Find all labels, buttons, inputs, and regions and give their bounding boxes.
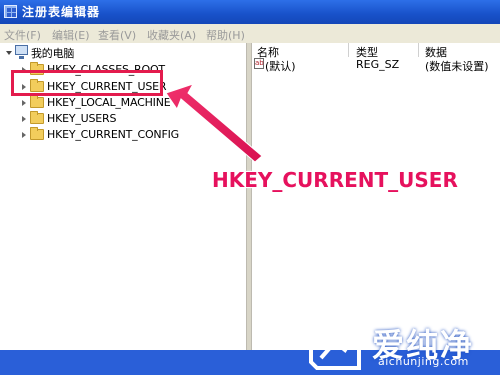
value-row-data[interactable]: (数值未设置) (425, 58, 489, 74)
value-row-type[interactable]: REG_SZ (356, 58, 399, 71)
string-value-icon: ab (254, 58, 264, 69)
column-divider[interactable] (348, 43, 349, 57)
tree-item-label: HKEY_USERS (47, 112, 117, 125)
folder-icon (30, 111, 44, 124)
values-pane[interactable]: 名称 类型 数据 ab (默认) REG_SZ (数值未设置) (252, 43, 500, 350)
tree-root-label: 我的电脑 (31, 47, 75, 60)
folder-icon (30, 127, 44, 140)
highlight-box (11, 70, 163, 96)
expand-arrow-icon[interactable] (22, 116, 26, 122)
expand-arrow-icon[interactable] (22, 100, 26, 106)
menu-file[interactable]: 文件(F) (4, 27, 41, 43)
collapse-arrow-icon[interactable] (6, 51, 12, 55)
column-divider[interactable] (418, 43, 419, 57)
watermark-logo-icon (309, 328, 361, 370)
computer-icon (15, 45, 28, 59)
folder-icon (30, 95, 44, 108)
window-title: 注册表编辑器 (22, 5, 101, 19)
title-bar: 注册表编辑器 (0, 0, 500, 24)
menu-favorites[interactable]: 收藏夹(A) (147, 27, 196, 43)
regedit-app-icon (4, 5, 17, 18)
expand-arrow-icon[interactable] (22, 132, 26, 138)
tree-item-label: HKEY_LOCAL_MACHINE (47, 96, 171, 109)
menu-view[interactable]: 查看(V) (98, 27, 136, 43)
value-row-name[interactable]: (默认) (265, 58, 296, 74)
tree-root-my-computer[interactable]: 我的电脑 (0, 43, 240, 61)
tree-item-label: HKEY_CURRENT_CONFIG (47, 128, 179, 141)
menu-bar: 文件(F) 编辑(E) 查看(V) 收藏夹(A) 帮助(H) (0, 24, 500, 44)
menu-help[interactable]: 帮助(H) (206, 27, 245, 43)
tree-item-hkey-current-config[interactable]: HKEY_CURRENT_CONFIG (0, 126, 240, 144)
callout-label: HKEY_CURRENT_USER (212, 168, 458, 192)
watermark-domain: aichunjing.com (378, 355, 469, 368)
menu-edit[interactable]: 编辑(E) (52, 27, 90, 43)
